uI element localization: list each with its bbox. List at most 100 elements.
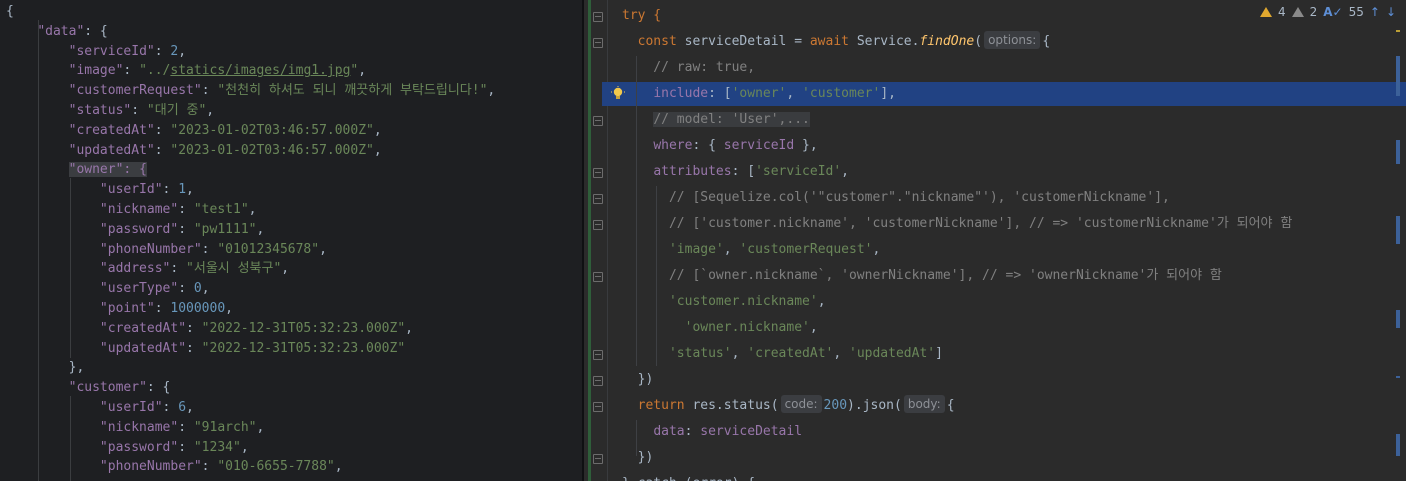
code-token: // raw: true, [622,60,756,75]
code-token: "userType" [99,281,179,297]
warning-icon [1259,7,1272,17]
code-token: : [154,142,171,158]
scrollbar-mark[interactable] [1396,434,1400,456]
code-token: 'serviceId' [755,164,842,179]
code-token: : [178,439,194,455]
typo-icon: A✓ [1323,5,1343,19]
code-token: , [373,142,382,158]
scrollbar-mark[interactable] [1396,56,1400,96]
code-token: ( [770,398,779,413]
code-token: }) [622,372,654,387]
code-editor[interactable]: try { const serviceDetail = await Servic… [584,0,1406,481]
inspection-widget[interactable]: 4 2 A✓ 55 ↑ ↓ [1259,2,1396,22]
code-token: 'customer.nickname' [668,294,818,309]
json-line: "password": "1234", [6,438,249,458]
code-token: "2023-01-02T03:46:57.000Z" [170,142,374,158]
code-token: : [684,424,701,439]
json-line: "status": "대기 중", [6,101,214,121]
scrollbar-mark[interactable] [1396,216,1400,244]
code-line: data: serviceDetail [622,419,802,445]
code-token: : [170,261,187,277]
fold-toggle[interactable] [593,350,603,360]
scrollbar-mark[interactable] [1396,376,1400,378]
json-line: "point": 1000000, [6,299,233,319]
json-line: "customerRequest": "천천히 하셔도 되니 깨끗하게 부탁드립… [6,81,496,101]
code-token: "1234" [193,439,241,455]
fold-toggle[interactable] [593,376,603,386]
scrollbar-warning-mark[interactable] [1396,30,1400,32]
code-token: data [653,424,685,439]
code-line: include: ['owner', 'customer'], [622,81,896,107]
code-token: "owner": { [68,162,147,178]
code-token: "serviceId" [68,43,155,59]
code-token: : { [692,138,724,153]
code-token: , [186,182,194,198]
code-token: , [723,242,740,257]
code-token: , [833,346,849,361]
fold-toggle[interactable] [593,402,603,412]
code-token: { [946,398,955,413]
code-token: , [872,242,881,257]
code-token: "updatedAt" [68,142,155,158]
fold-toggle[interactable] [593,194,603,204]
code-line: attributes: ['serviceId', [622,159,849,185]
code-token: findOne [919,34,975,49]
fold-toggle[interactable] [593,38,603,48]
code-token: , [841,164,849,179]
code-token: : [ [708,86,732,101]
parameter-hint: code: [780,395,822,413]
code-token: "status" [68,103,132,118]
parameter-hint: options: [984,31,1041,49]
previous-highlight-arrow-icon[interactable]: ↑ [1370,5,1380,19]
code-token: "pw1111" [193,221,257,237]
scrollbar-mark[interactable] [1396,310,1400,328]
fold-toggle[interactable] [593,168,603,178]
code-line: }) [622,445,654,471]
code-token: ], [880,86,896,101]
code-line: 'image', 'customerRequest', [622,237,880,263]
code-token: : [186,340,202,356]
code-token: : [186,320,202,336]
code-token: "phoneNumber" [99,459,202,475]
fold-toggle[interactable] [593,116,603,126]
json-line: }, [6,358,85,378]
json-line: "userId": 1, [6,180,194,200]
code-token: , [178,43,187,59]
code-token: "customer" [68,380,147,396]
fold-toggle[interactable] [593,220,603,230]
parameter-hint: body: [903,395,945,413]
json-line: "createdAt": "2022-12-31T05:32:23.000Z", [6,319,413,339]
next-highlight-arrow-icon[interactable]: ↓ [1386,5,1396,19]
code-line: // [Sequelize.col('"customer"."nickname"… [622,185,1170,211]
code-token: "대기 중" [146,103,207,118]
code-line: 'owner.nickname', [622,315,818,341]
code-token: serviceId [723,138,795,153]
code-line: } catch (error) { [622,471,755,481]
code-token: "2023-01-02T03:46:57.000Z" [170,122,374,138]
fold-toggle[interactable] [593,272,603,282]
code-token: : [123,63,140,79]
code-token: 'customer' [802,86,881,101]
fold-toggle[interactable] [593,12,603,22]
code-token: 'status' [668,346,732,361]
code-token: , [786,86,803,101]
code-token: { [6,4,14,19]
scrollbar-mark[interactable] [1396,140,1400,164]
code-token: return [637,398,693,413]
json-line: "address": "서울시 성북구", [6,259,289,279]
fold-toggle[interactable] [593,454,603,464]
code-token: , [256,419,265,435]
code-token: : [201,83,218,99]
